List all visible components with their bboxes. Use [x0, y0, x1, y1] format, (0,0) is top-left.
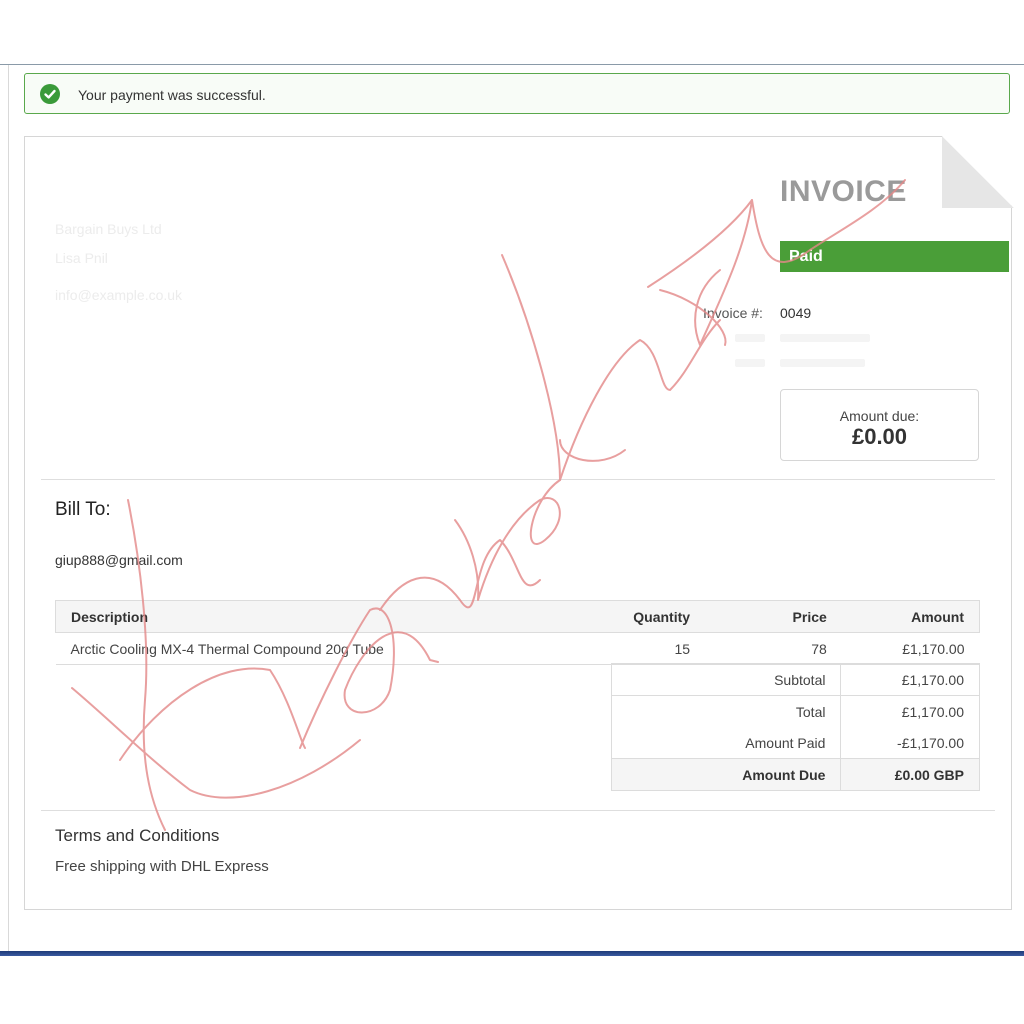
invoice-number-label: Invoice #: — [703, 305, 763, 321]
footer-bar — [0, 951, 1024, 956]
page-fold-corner — [942, 136, 1014, 208]
item-amount: £1,170.00 — [841, 632, 980, 665]
item-description: Arctic Cooling MX-4 Thermal Compound 20g… — [55, 632, 576, 665]
faded-detail-line — [780, 334, 870, 342]
left-border — [8, 65, 9, 951]
terms-heading: Terms and Conditions — [55, 826, 220, 845]
amount-due-box: Amount due: £0.00 — [780, 389, 979, 461]
alert-message: Your payment was successful. — [78, 87, 266, 103]
payment-success-alert: Your payment was successful. — [24, 73, 1010, 114]
item-quantity: 15 — [575, 632, 706, 665]
amount-paid-value: -£1,170.00 — [840, 727, 980, 759]
header-divider — [0, 64, 1024, 65]
terms-text: Free shipping with DHL Express — [55, 858, 269, 875]
amount-paid-label: Amount Paid — [745, 734, 826, 751]
amount-due-total-value: £0.00 GBP — [840, 758, 980, 791]
amount-paid-row: Amount Paid -£1,170.00 — [612, 727, 980, 759]
invoice-page: Your payment was successful. INVOICE Pai… — [0, 0, 1024, 1024]
invoice-title: INVOICE — [780, 175, 907, 208]
section-divider — [41, 479, 995, 480]
seller-email: info@example.co.uk — [55, 287, 183, 303]
faded-detail-line — [735, 359, 765, 367]
bill-to-heading: Bill To: — [55, 499, 111, 520]
item-price: 78 — [705, 632, 842, 665]
subtotal-value: £1,170.00 — [840, 663, 980, 696]
seller-company: Bargain Buys Ltd — [55, 221, 162, 237]
line-items-table: Description Quantity Price Amount Arctic… — [54, 600, 980, 665]
column-header-price: Price — [705, 600, 842, 633]
amount-due-row: Amount Due £0.00 GBP — [611, 758, 980, 791]
table-header-row: Description Quantity Price Amount — [54, 600, 980, 633]
totals-table: Subtotal £1,170.00 Total £1,170.00 Amoun… — [611, 663, 980, 791]
total-row: Total £1,170.00 — [611, 695, 980, 727]
check-circle-icon — [40, 84, 60, 104]
invoice-number-value: 0049 — [780, 305, 812, 321]
status-badge: Paid — [780, 241, 1009, 272]
section-divider — [41, 810, 995, 811]
amount-due-label: Amount due: — [839, 408, 920, 424]
table-row: Arctic Cooling MX-4 Thermal Compound 20g… — [55, 632, 980, 665]
column-header-quantity: Quantity — [575, 600, 706, 633]
subtotal-label: Subtotal — [611, 663, 841, 696]
amount-due-total-label: Amount Due — [611, 758, 841, 791]
faded-detail-line — [780, 359, 865, 367]
total-label: Total — [611, 695, 841, 727]
amount-due-value: £0.00 — [851, 424, 908, 449]
bill-to-email: giup888@gmail.com — [55, 552, 183, 568]
total-value: £1,170.00 — [840, 695, 980, 727]
column-header-amount: Amount — [841, 600, 980, 633]
subtotal-row: Subtotal £1,170.00 — [611, 663, 980, 696]
seller-contact: Lisa Pnil — [55, 250, 108, 266]
faded-detail-line — [735, 334, 765, 342]
column-header-description: Description — [54, 600, 576, 633]
